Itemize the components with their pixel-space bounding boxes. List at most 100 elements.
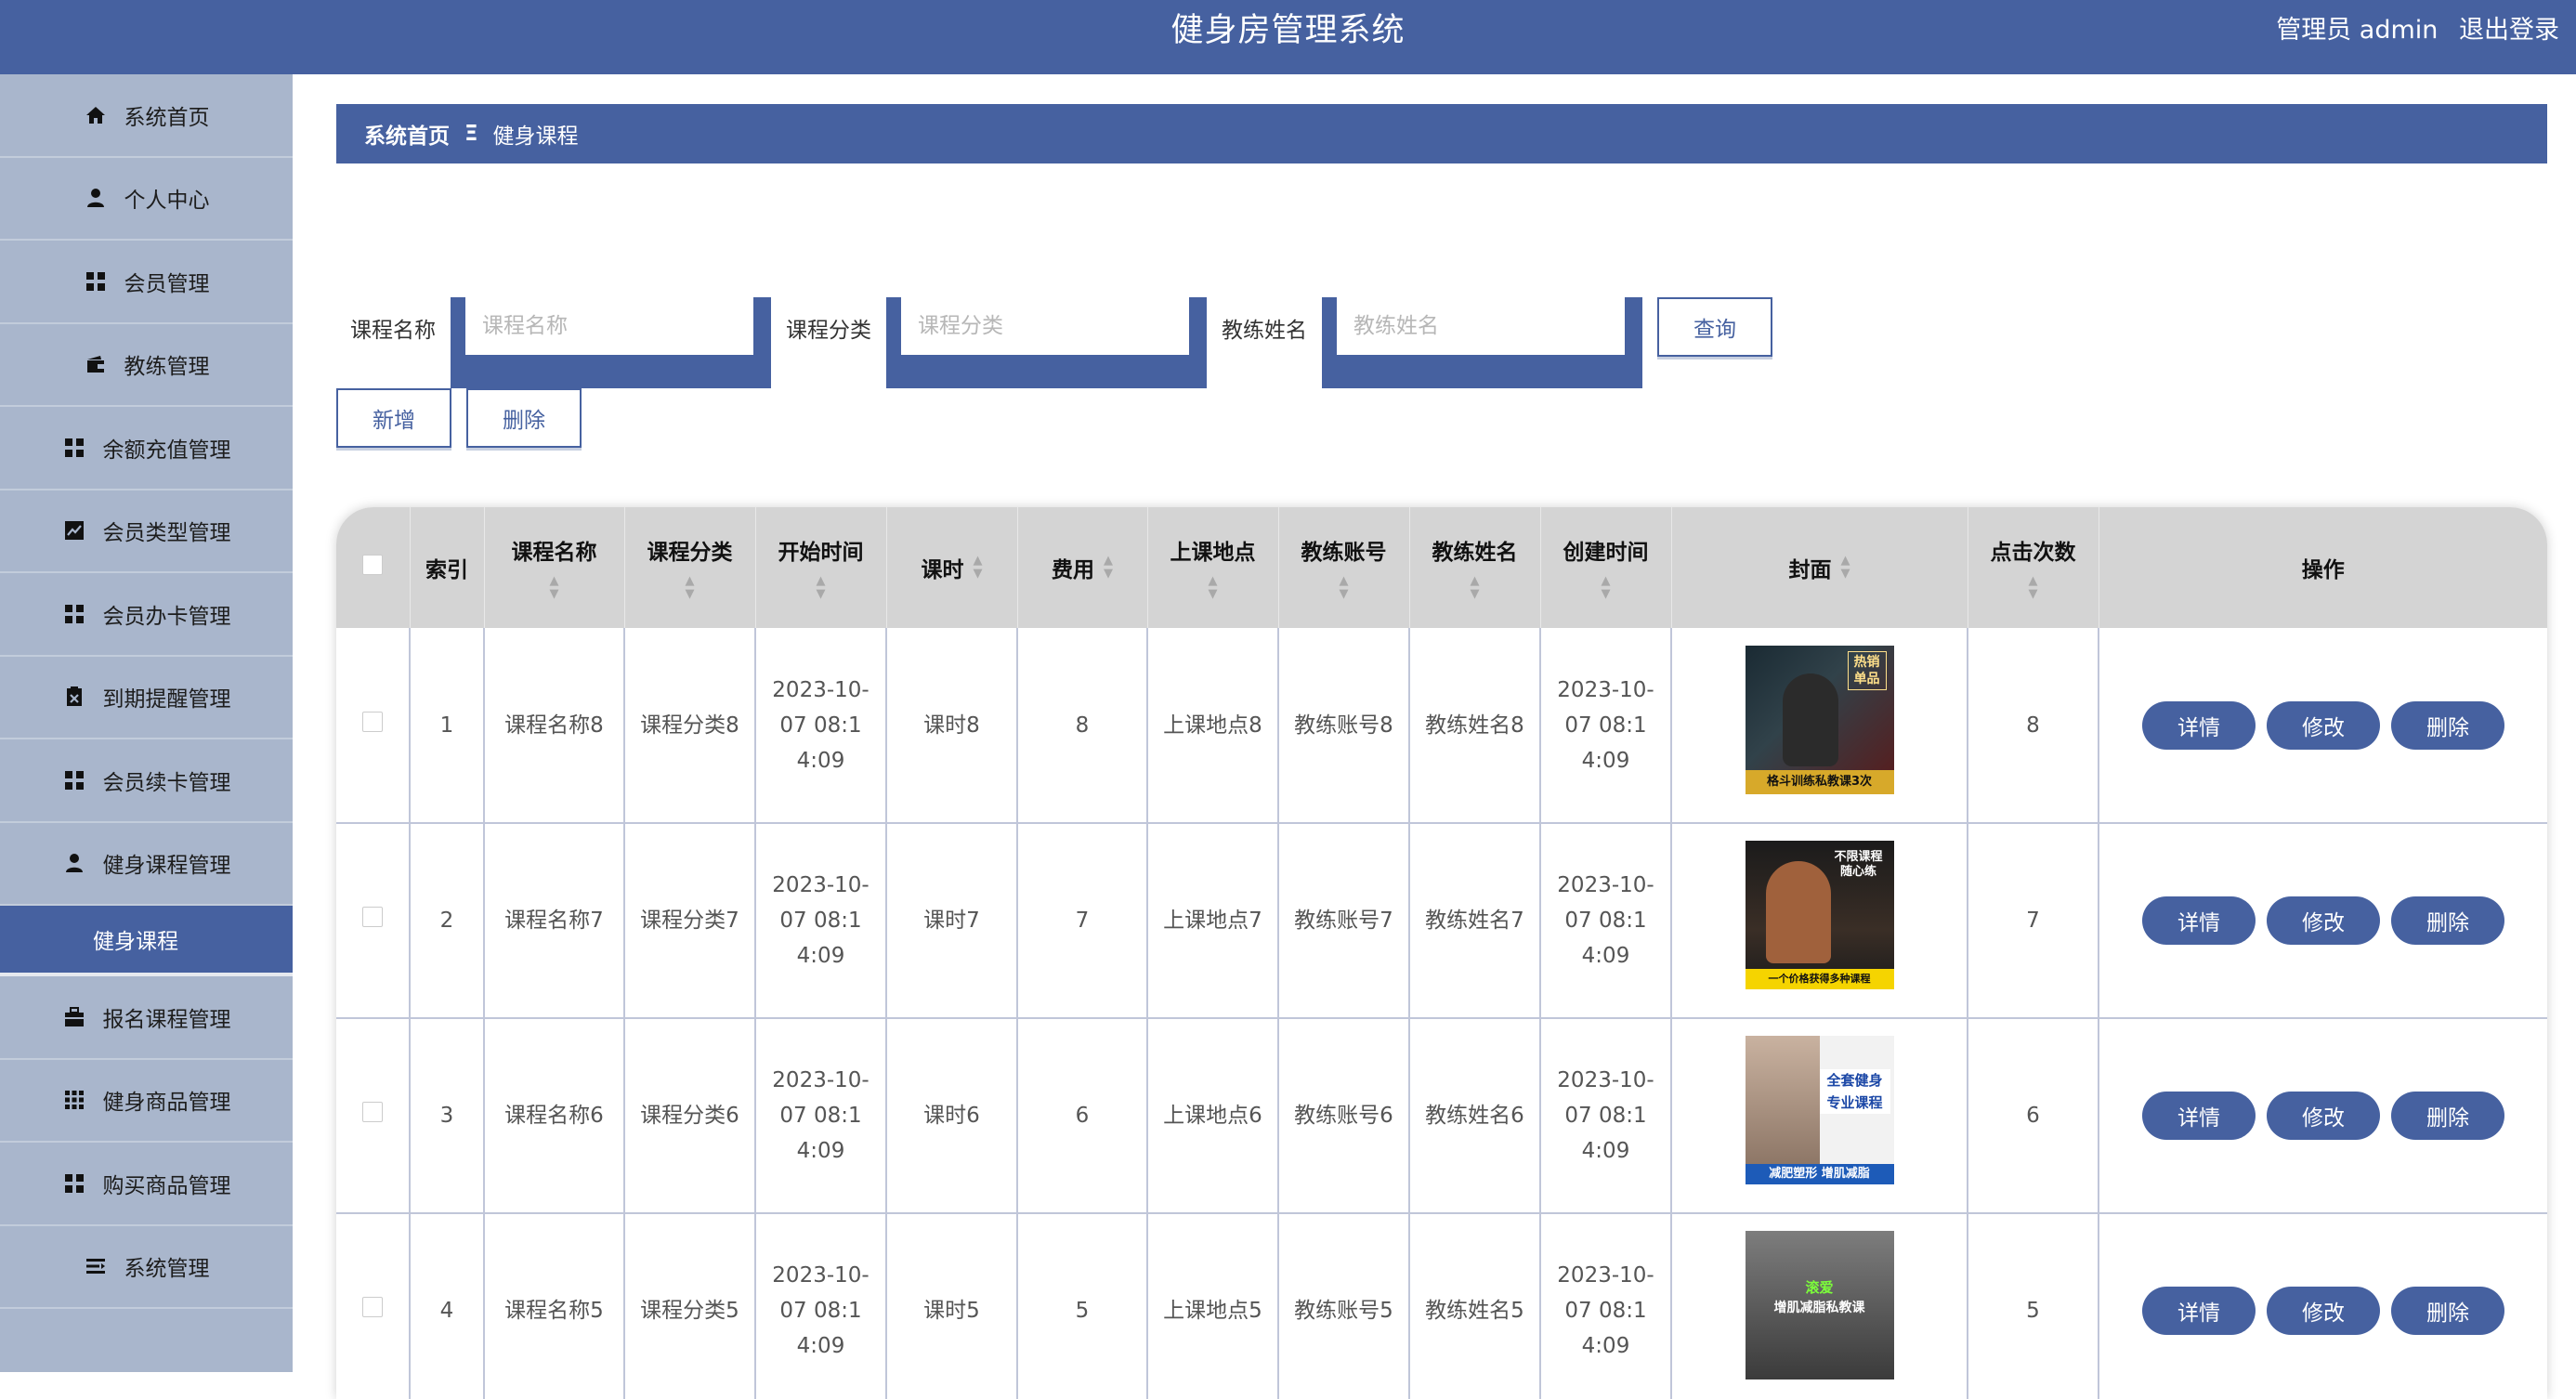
cell-index: 1: [410, 628, 485, 823]
row-checkbox[interactable]: [362, 1297, 383, 1317]
edit-button[interactable]: 修改: [2267, 1287, 2380, 1335]
cell-course-category: 课程分类8: [624, 628, 756, 823]
header-label: 课程分类: [647, 541, 733, 565]
sidebar-item-coaches[interactable]: 教练管理: [0, 324, 293, 407]
header-clicks[interactable]: 点击次数 ▲ ▼: [1968, 507, 2099, 628]
cell-operations: 详情 修改 删除: [2099, 1213, 2547, 1399]
sort-icon[interactable]: ▲ ▼: [1104, 555, 1113, 581]
breadcrumb-current: 健身课程: [492, 124, 579, 149]
delete-button[interactable]: 删除: [2391, 896, 2504, 945]
cover-figure: [1745, 1036, 1820, 1166]
cell-place: 上课地点8: [1147, 628, 1279, 823]
search-label-course-name: 课程名称: [350, 319, 436, 343]
row-checkbox[interactable]: [362, 907, 383, 927]
header-coach-name[interactable]: 教练姓名 ▲ ▼: [1409, 507, 1541, 628]
batch-delete-button[interactable]: 删除: [466, 388, 582, 448]
sort-icon[interactable]: ▲ ▼: [1841, 555, 1850, 581]
sidebar-item-products[interactable]: 健身商品管理: [0, 1060, 293, 1143]
sidebar-item-member-types[interactable]: 会员类型管理: [0, 490, 293, 573]
course-name-field-wrap: [451, 297, 771, 388]
course-category-field-wrap: [886, 297, 1207, 388]
logout-link[interactable]: 退出登录: [2459, 16, 2559, 45]
row-select[interactable]: [336, 1018, 411, 1213]
sidebar-item-members[interactable]: 会员管理: [0, 241, 293, 324]
sidebar-item-renewal[interactable]: 会员续卡管理: [0, 739, 293, 823]
sort-icon[interactable]: ▲ ▼: [1148, 575, 1278, 601]
sort-icon[interactable]: ▲ ▼: [974, 555, 983, 581]
header-fee[interactable]: 费用 ▲ ▼: [1017, 507, 1148, 628]
cover-caption: 减肥塑形 增肌减脂: [1745, 1164, 1894, 1184]
row-select[interactable]: [336, 1213, 411, 1399]
sort-icon[interactable]: ▲ ▼: [1410, 575, 1540, 601]
header-course-name[interactable]: 课程名称 ▲ ▼: [484, 507, 625, 628]
sidebar-item-courses[interactable]: 健身课程管理: [0, 823, 293, 906]
course-category-input[interactable]: [901, 297, 1189, 355]
sort-icon[interactable]: ▲ ▼: [625, 575, 755, 601]
row-checkbox[interactable]: [362, 1102, 383, 1122]
sidebar-item-cards[interactable]: 会员办卡管理: [0, 573, 293, 657]
sidebar-item-profile[interactable]: 个人中心: [0, 158, 293, 241]
cell-created: 2023-10-07 08:14:09: [1540, 1213, 1672, 1399]
cell-course-name: 课程名称5: [484, 1213, 625, 1399]
detail-button[interactable]: 详情: [2142, 896, 2256, 945]
select-all-checkbox[interactable]: [362, 555, 384, 575]
cell-coach-account: 教练账号8: [1278, 628, 1410, 823]
header-course-category[interactable]: 课程分类 ▲ ▼: [624, 507, 756, 628]
edit-button[interactable]: 修改: [2267, 1092, 2380, 1140]
cell-clicks: 5: [1968, 1213, 2099, 1399]
cell-cover: 不限课程 随心练 一个价格获得多种课程: [1671, 823, 1968, 1018]
cell-coach-account: 教练账号6: [1278, 1018, 1410, 1213]
header-label: 开始时间: [778, 541, 864, 565]
breadcrumb-separator: Ξ: [464, 122, 478, 146]
sort-icon[interactable]: ▲ ▼: [1968, 575, 2099, 601]
query-button[interactable]: 查询: [1657, 297, 1772, 357]
cell-cover: 热销单品 格斗训练私教课3次: [1671, 628, 1968, 823]
cell-coach-account: 教练账号5: [1278, 1213, 1410, 1399]
delete-button[interactable]: 删除: [2391, 700, 2504, 750]
breadcrumb-home[interactable]: 系统首页: [364, 118, 450, 150]
header-index: 索引: [410, 507, 485, 628]
sidebar-item-label: 会员类型管理: [102, 521, 231, 546]
cell-cover: 滚爱 增肌减脂私教课: [1671, 1213, 1968, 1399]
header-created[interactable]: 创建时间 ▲ ▼: [1540, 507, 1672, 628]
cell-clicks: 6: [1968, 1018, 2099, 1213]
header-coach-account[interactable]: 教练账号 ▲ ▼: [1278, 507, 1410, 628]
delete-button[interactable]: 删除: [2391, 1287, 2504, 1335]
header-cover[interactable]: 封面 ▲ ▼: [1671, 507, 1968, 628]
row-checkbox[interactable]: [362, 711, 383, 732]
sidebar-item-system[interactable]: 系统管理: [0, 1226, 293, 1309]
header-hours[interactable]: 课时 ▲ ▼: [886, 507, 1018, 628]
cell-place: 上课地点7: [1147, 823, 1279, 1018]
detail-button[interactable]: 详情: [2142, 1092, 2256, 1140]
cell-start-time: 2023-10-07 08:14:09: [755, 1018, 887, 1213]
cover-tag: 热销单品: [1847, 650, 1887, 690]
edit-button[interactable]: 修改: [2267, 896, 2380, 945]
delete-button[interactable]: 删除: [2391, 1092, 2504, 1140]
header-select-all[interactable]: [336, 507, 411, 628]
wallet-icon: [84, 352, 108, 376]
sort-icon[interactable]: ▲ ▼: [756, 575, 886, 601]
header-start-time[interactable]: 开始时间 ▲ ▼: [755, 507, 887, 628]
row-select[interactable]: [336, 823, 411, 1018]
sort-icon[interactable]: ▲ ▼: [1541, 575, 1671, 601]
cell-coach-name: 教练姓名7: [1409, 823, 1541, 1018]
detail-button[interactable]: 详情: [2142, 1287, 2256, 1335]
sidebar-item-recharge[interactable]: 余额充值管理: [0, 407, 293, 490]
table-row: 3 课程名称6 课程分类6 2023-10-07 08:14:09 课时6 6 …: [336, 1018, 2547, 1213]
add-button[interactable]: 新增: [336, 388, 451, 448]
search-label-coach-name: 教练姓名: [1222, 319, 1307, 343]
sort-icon[interactable]: ▲ ▼: [485, 575, 624, 601]
edit-button[interactable]: 修改: [2267, 700, 2380, 750]
sidebar-item-home[interactable]: 系统首页: [0, 74, 293, 158]
sort-icon[interactable]: ▲ ▼: [1279, 575, 1409, 601]
course-name-input[interactable]: [465, 297, 753, 355]
sidebar-item-enrollment[interactable]: 报名课程管理: [0, 976, 293, 1060]
detail-button[interactable]: 详情: [2142, 700, 2256, 750]
header-label: 教练姓名: [1432, 541, 1518, 565]
sidebar-item-expiry[interactable]: 到期提醒管理: [0, 657, 293, 739]
sidebar-item-purchases[interactable]: 购买商品管理: [0, 1143, 293, 1226]
coach-name-input[interactable]: [1337, 297, 1625, 355]
row-select[interactable]: [336, 628, 411, 823]
sidebar-subitem-fitness-course[interactable]: 健身课程: [0, 906, 293, 976]
header-place[interactable]: 上课地点 ▲ ▼: [1147, 507, 1279, 628]
